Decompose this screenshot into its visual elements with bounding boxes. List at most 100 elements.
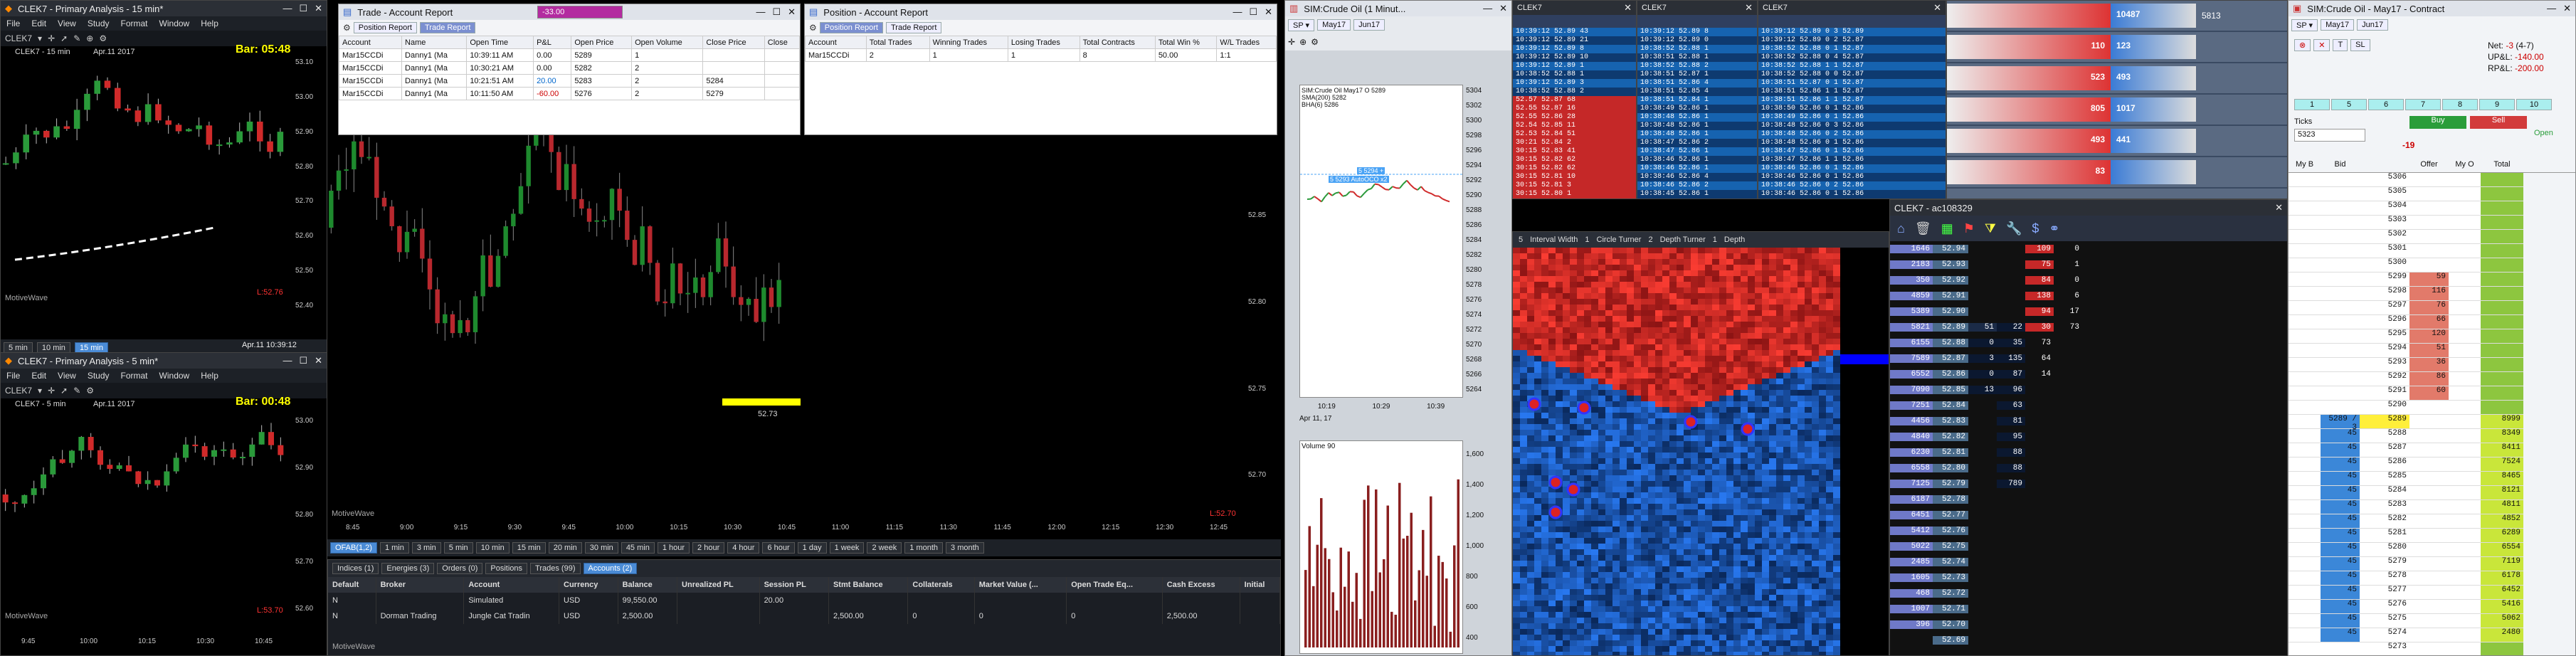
ladder-cell[interactable]: 5286 [2360, 457, 2409, 472]
ladder-cell[interactable] [2449, 301, 2481, 315]
qty-button[interactable]: 1 [2294, 99, 2330, 110]
pointer-icon[interactable]: ➚ [60, 386, 68, 396]
ladder-cell[interactable] [2449, 642, 2481, 655]
ladder-cell[interactable]: 5273 [2360, 642, 2409, 655]
dom-row[interactable]: 468 52.72 [1890, 586, 2287, 601]
ladder-cell[interactable]: 5274 [2360, 628, 2409, 642]
zoom-icon[interactable]: ⊕ [1299, 37, 1307, 47]
ladder-cell[interactable] [2409, 486, 2449, 500]
ladder-cell[interactable]: 5303 [2360, 216, 2409, 230]
menu-help[interactable]: Help [201, 371, 218, 381]
ladder-cell[interactable]: 5299 [2360, 273, 2409, 287]
target-icon[interactable]: T [2333, 39, 2348, 51]
ladder-cell[interactable] [2289, 586, 2321, 600]
column-header[interactable]: Name [401, 36, 468, 49]
dom-titlebar[interactable]: CLEK7 - ac108329 ✕ [1890, 200, 2287, 216]
dom-cell[interactable]: 5412 [1890, 527, 1933, 535]
cancel-all-icon[interactable]: ⊗ [2294, 39, 2311, 51]
ladder-cell[interactable] [2409, 457, 2449, 472]
ladder-cell[interactable] [2321, 642, 2360, 655]
sim-price-plot[interactable]: SIM:Crude Oil May17 O 5289 SMA(200) 5282 B… [1299, 85, 1464, 398]
chart-5min-titlebar[interactable]: ◆ CLEK7 - Primary Analysis - 5 min* — ☐ ✕ [1, 353, 327, 369]
ladder-cell[interactable] [2409, 258, 2449, 273]
interval-button[interactable]: 10 min [475, 542, 510, 554]
dom-cell[interactable]: 52.94 [1933, 245, 1968, 253]
dom-cell[interactable]: 2183 [1890, 260, 1933, 269]
ladder-cell[interactable]: 60 [2409, 386, 2449, 401]
dom-cell[interactable]: 0 [2054, 276, 2082, 285]
ladder-cell[interactable] [2289, 557, 2321, 571]
ladder-row[interactable]: 5294 51 [2289, 344, 2575, 358]
interval-button[interactable]: 1 min [379, 542, 409, 554]
dom-cell[interactable]: 52.73 [1933, 573, 1968, 582]
menu-format[interactable]: Format [121, 18, 148, 28]
symbol-select[interactable]: SP ▾ [2291, 18, 2318, 31]
dom-cell[interactable]: 6 [2054, 292, 2082, 300]
column-header[interactable]: W/L Trades [1216, 36, 1277, 49]
ladder-cell[interactable] [2289, 386, 2321, 401]
ladder-cell[interactable] [2449, 201, 2481, 216]
ladder-cell[interactable] [2289, 344, 2321, 358]
dom-cell[interactable]: 52.89 [1933, 323, 1968, 332]
column-header[interactable]: Market Value (... [974, 577, 1067, 593]
dom-cell[interactable]: 4859 [1890, 292, 1933, 300]
dom-row[interactable]: 396 52.70 [1890, 617, 2287, 633]
close-icon[interactable]: ✕ [788, 6, 796, 18]
table-row[interactable]: Mar15CCDi 2 1 1 8 50.00 1:1 [805, 48, 1277, 62]
minimize-icon[interactable]: — [1483, 3, 1492, 14]
dom-row[interactable]: 1605 52.73 [1890, 570, 2287, 586]
accounts-tab[interactable]: Energies (3) [381, 563, 435, 574]
ladder-cell[interactable]: 5298 [2360, 287, 2409, 301]
crosshair-icon[interactable]: ✛ [48, 386, 55, 396]
ladder-cell[interactable] [2481, 401, 2523, 415]
quote-row[interactable]: 493 441 [1947, 126, 2287, 157]
ladder-cell[interactable]: 6452 [2481, 586, 2523, 600]
ladder-cell[interactable] [2409, 529, 2449, 543]
position-report-titlebar[interactable]: ▤ Position - Account Report — ☐ ✕ [805, 4, 1277, 20]
column-header[interactable]: Account [339, 36, 403, 49]
table-row[interactable]: N Simulated USD 99,550.00 20.00 [328, 593, 1280, 608]
dom-cell[interactable]: 2485 [1890, 558, 1933, 566]
dom-cell[interactable]: 13 [1968, 386, 1997, 394]
ladder-cell[interactable] [2449, 543, 2481, 557]
ladder-cell[interactable] [2409, 571, 2449, 586]
ladder-row[interactable]: 45 5286 7524 [2289, 457, 2575, 472]
heatmap-setting-value[interactable]: 1 [1713, 236, 1717, 244]
close-icon[interactable]: ✕ [1624, 2, 1632, 14]
dom-cell[interactable]: 17 [2054, 307, 2082, 316]
interval-button[interactable]: 5 min [443, 542, 473, 554]
dom-cell[interactable]: 94 [2025, 307, 2054, 316]
ladder-cell[interactable] [2289, 472, 2321, 486]
ladder-cell[interactable]: 5295 [2360, 329, 2409, 344]
ladder-cell[interactable]: 5276 [2360, 600, 2409, 614]
menu-window[interactable]: Window [159, 18, 190, 28]
ladder-cell[interactable]: 45 [2321, 600, 2360, 614]
sim-chart-titlebar[interactable]: ▥ SIM:Crude Oil (1 Minut... — ✕ [1285, 1, 1511, 16]
ladder-cell[interactable]: 45 [2321, 443, 2360, 457]
dom-cell[interactable]: 52.82 [1933, 433, 1968, 441]
dom-cell[interactable]: 52.90 [1933, 307, 1968, 316]
dollar-icon[interactable]: $ [2032, 221, 2039, 236]
ladder-cell[interactable]: 7524 [2481, 457, 2523, 472]
ladder-cell[interactable]: 5283 [2360, 500, 2409, 514]
qty-button[interactable]: 9 [2479, 99, 2515, 110]
dom-cell[interactable]: 52.92 [1933, 276, 1968, 285]
ladder-cell[interactable] [2449, 244, 2481, 258]
heatmap-setting-value[interactable]: 2 [1648, 236, 1652, 244]
qty-button[interactable]: 6 [2368, 99, 2404, 110]
qty-button[interactable]: 8 [2442, 99, 2478, 110]
ladder-cell[interactable] [2481, 258, 2523, 273]
ladder-row[interactable]: 45 5278 6178 [2289, 571, 2575, 586]
ladder-cell[interactable] [2409, 429, 2449, 443]
interval-button[interactable]: 4 hour [727, 542, 760, 554]
column-header[interactable]: Cash Excess [1162, 577, 1240, 593]
ladder-cell[interactable] [2409, 586, 2449, 600]
tab-trade-report[interactable]: Trade Report [419, 22, 476, 33]
ladder-cell[interactable] [2449, 614, 2481, 628]
dom-row[interactable]: 52.69 [1890, 633, 2287, 648]
ladder-cell[interactable] [2321, 386, 2360, 401]
dom-cell[interactable]: 6230 [1890, 448, 1933, 457]
table-row[interactable]: Mar15CCDi Danny1 (Ma 10:30:21 AM 0.00 5282 2 [339, 61, 800, 75]
crosshair-icon[interactable]: ✛ [48, 33, 55, 43]
ladder-row[interactable]: 45 5283 4811 [2289, 500, 2575, 514]
